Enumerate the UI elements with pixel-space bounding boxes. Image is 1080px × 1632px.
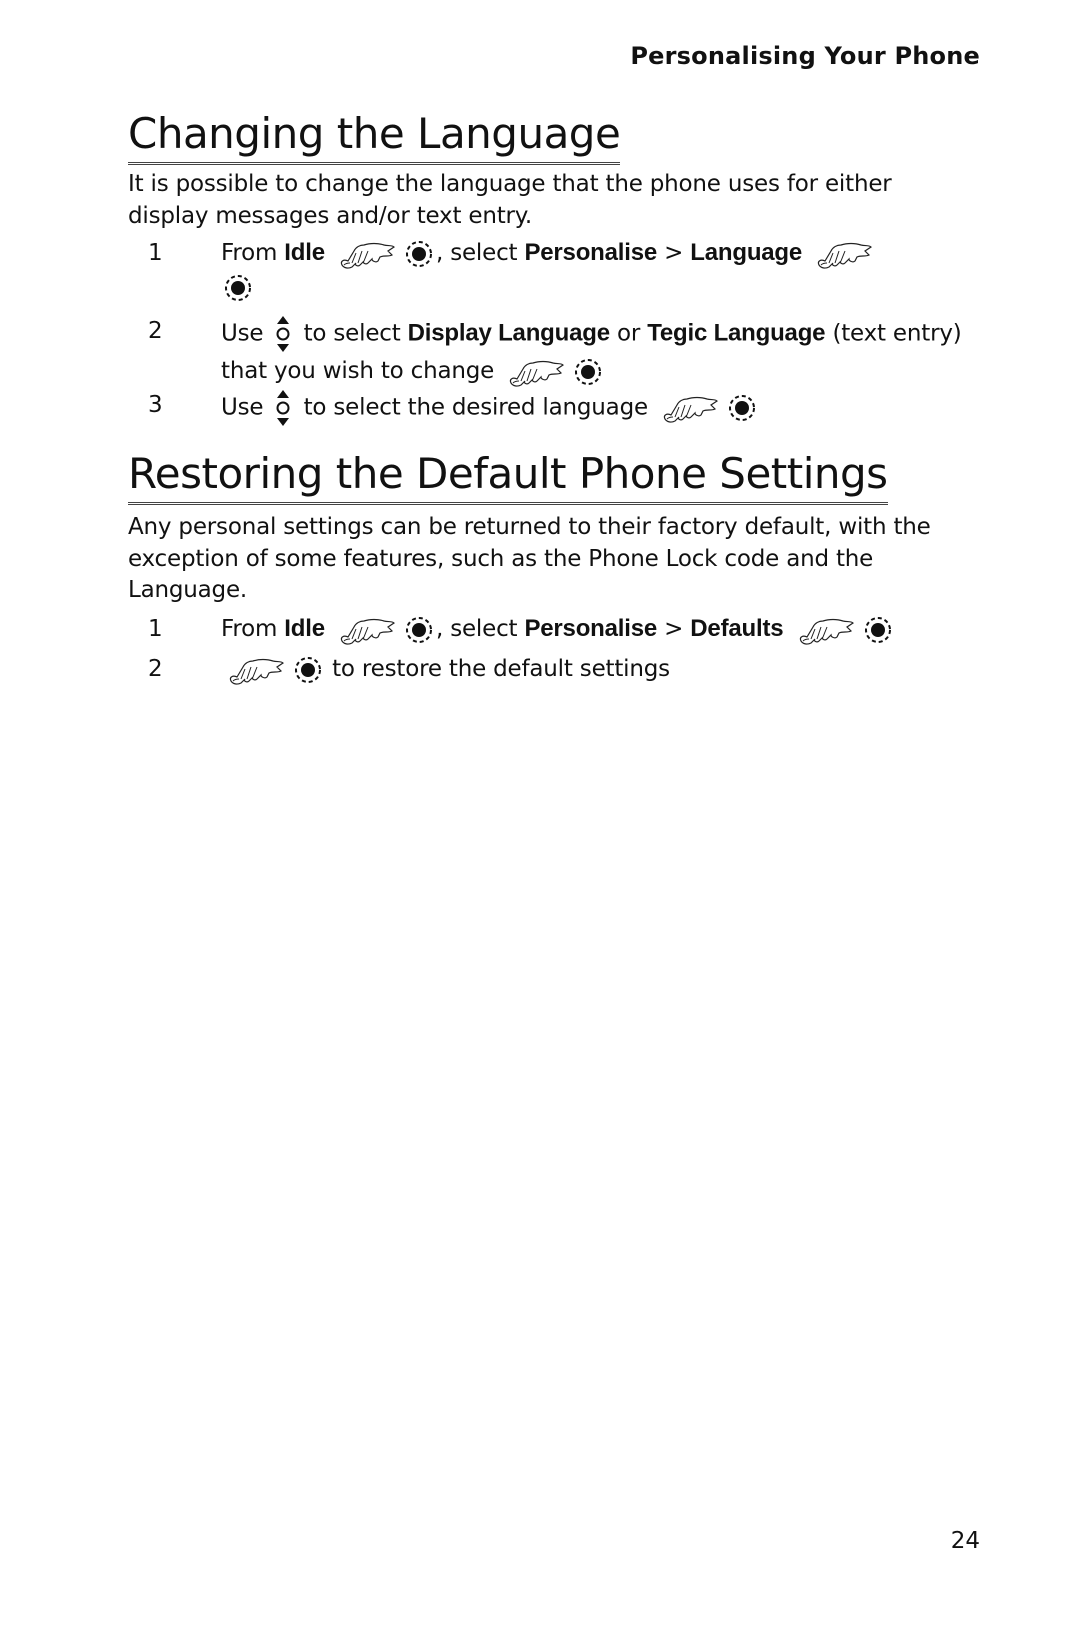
step-number: 2 [148, 318, 163, 344]
select-key-icon [727, 393, 757, 423]
select-key-icon [404, 239, 434, 269]
ui-term: Idle [284, 239, 325, 266]
ui-term: Defaults [690, 615, 784, 642]
hand-press-icon [507, 357, 565, 387]
page-number: 24 [950, 1528, 980, 1554]
ui-term: Personalise [524, 615, 657, 642]
hand-press-icon [661, 393, 719, 423]
navigation-key-icon [274, 314, 292, 354]
ui-term: Tegic Language [647, 319, 826, 347]
step-text: , select [435, 616, 525, 642]
step-text: to select the desired language [296, 394, 649, 421]
hand-press-icon [815, 239, 873, 269]
section-title-changing-language: Changing the Language [128, 109, 621, 166]
step-text: or [609, 320, 648, 347]
ui-term: Idle [284, 615, 325, 642]
hand-press-icon [227, 655, 285, 685]
section-intro: Any personal settings can be returned to… [128, 514, 931, 603]
hand-press-icon [338, 615, 396, 645]
step-text: Use [221, 394, 271, 421]
select-key-icon [404, 615, 434, 645]
hand-press-icon [338, 239, 396, 269]
step-text: > [657, 240, 691, 266]
step-text: to select [296, 320, 408, 347]
select-key-icon [863, 615, 893, 645]
step-text: to restore the default settings [325, 656, 670, 682]
select-key-icon [223, 273, 253, 303]
ui-term: Personalise [524, 239, 657, 266]
step-text: From [221, 240, 285, 266]
section-title-restoring-defaults: Restoring the Default Phone Settings [128, 449, 888, 506]
ui-term: Language [690, 239, 803, 266]
step-number: 1 [148, 616, 163, 642]
step-text: , select [435, 240, 525, 266]
select-key-icon [573, 357, 603, 387]
section-intro: It is possible to change the language th… [128, 171, 892, 229]
step-text: > [657, 616, 691, 642]
step-text: From [221, 616, 285, 642]
step-number: 1 [148, 240, 163, 266]
step-number: 3 [148, 392, 163, 418]
step-number: 2 [148, 656, 163, 682]
select-key-icon [293, 655, 323, 685]
step-text: Use [221, 320, 271, 347]
hand-press-icon [797, 615, 855, 645]
navigation-key-icon [274, 388, 292, 428]
ui-term: Display Language [407, 319, 610, 347]
running-header: Personalising Your Phone [630, 42, 980, 70]
